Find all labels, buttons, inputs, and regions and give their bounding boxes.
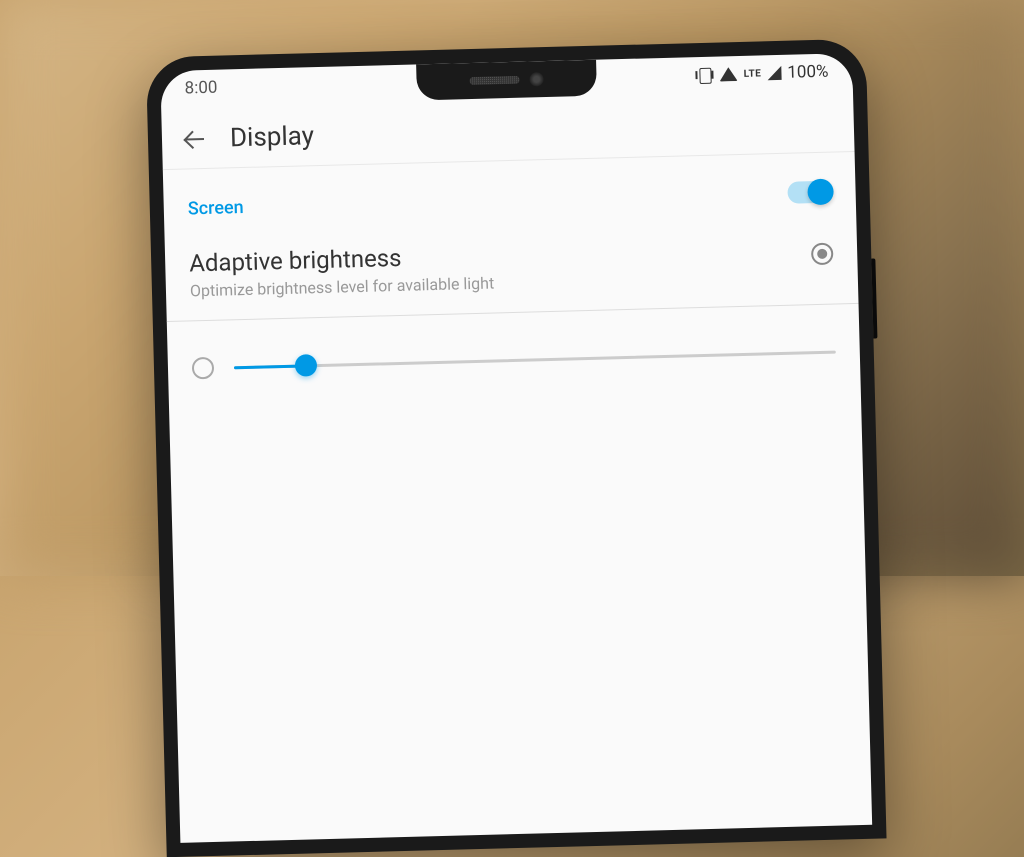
slider-thumb[interactable] <box>295 354 318 377</box>
screen: 8:00 LTE 100% Display Screen Adaptive br… <box>160 53 872 843</box>
status-icons: LTE 100% <box>695 62 828 85</box>
brightness-slider[interactable] <box>234 350 836 369</box>
status-time: 8:00 <box>184 78 217 99</box>
brightness-slider-row <box>167 304 861 416</box>
radio-empty-icon[interactable] <box>192 357 215 380</box>
adaptive-brightness-setting[interactable]: Adaptive brightness Optimize brightness … <box>164 202 858 322</box>
screen-toggle[interactable] <box>787 181 832 204</box>
page-title: Display <box>230 121 315 153</box>
speaker-grille <box>469 76 519 85</box>
vibrate-icon <box>696 68 714 82</box>
notch <box>416 60 597 101</box>
front-camera <box>529 72 543 86</box>
phone-frame: 8:00 LTE 100% Display Screen Adaptive br… <box>146 39 887 857</box>
radio-selected-icon[interactable] <box>811 242 834 265</box>
signal-icon <box>767 66 781 80</box>
back-arrow-icon[interactable] <box>184 128 207 151</box>
section-label: Screen <box>188 197 244 219</box>
lte-label: LTE <box>744 68 762 79</box>
battery-percent: 100% <box>787 62 829 83</box>
wifi-icon <box>720 67 738 81</box>
